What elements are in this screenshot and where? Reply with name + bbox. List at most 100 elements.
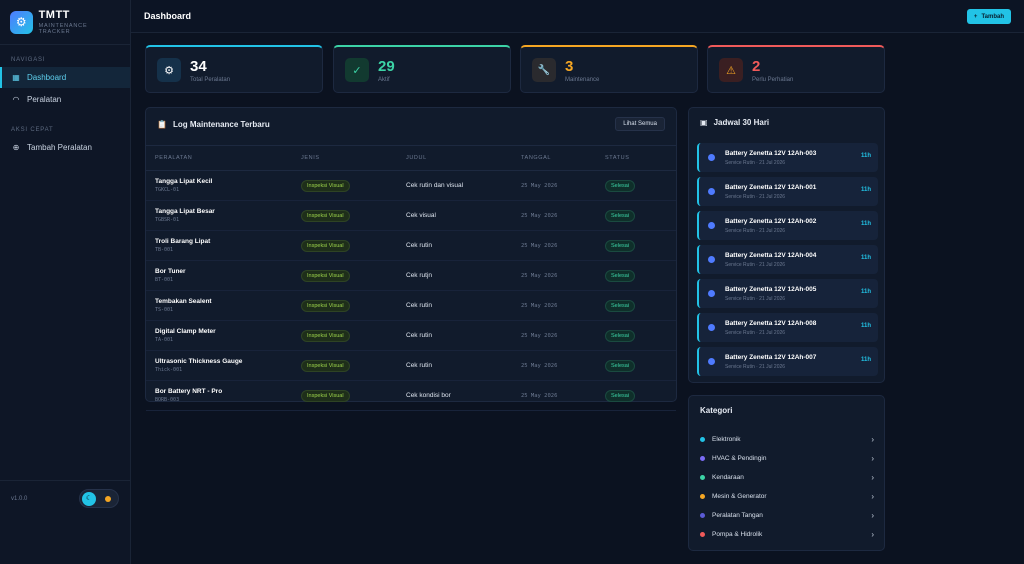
theme-toggle[interactable]: ☾: [79, 489, 119, 508]
category-label: Kendaraan: [712, 473, 744, 481]
stat-card-total: ⚙ 34 Total Peralatan: [145, 45, 323, 93]
schedule-item-sub: Service Rutin · 21 Jul 2026: [725, 330, 786, 336]
title-cell: Cek rutin: [406, 290, 521, 321]
type-badge: Inspeksi Visual: [301, 209, 350, 222]
stat-label: Perlu Perhatian: [752, 77, 794, 83]
stat-value: 34: [190, 58, 207, 75]
schedule-item-name: Battery Zenetta 12V 12Ah-003: [725, 150, 817, 157]
column-header: JUDUL: [406, 145, 521, 171]
see-all-button[interactable]: Lihat Semua: [615, 117, 665, 131]
table-row[interactable]: Bor Tuner BT-001 Inspeksi Visual Cek rutjn 2…: [146, 260, 676, 291]
table-row[interactable]: Ultrasonic Thickness Gauge Thick-001 Inspe…: [146, 350, 676, 381]
plus-icon: +: [973, 13, 978, 20]
type-badge: Inspeksi Visual: [301, 239, 350, 252]
status-badge: Selesai: [605, 389, 636, 402]
stat-card-aktif: ✓ 29 Aktif: [333, 45, 511, 93]
column-header: STATUS: [605, 145, 676, 171]
equipment-cell: Tembakan Sealent TS-001: [146, 290, 301, 321]
category-item[interactable]: HVAC & Pendingin ›: [700, 451, 874, 465]
sidebar-item-tambah-peralatan[interactable]: ⊕ Tambah Peralatan: [0, 137, 130, 158]
schedule-item-sub: Service Rutin · 21 Jul 2026: [725, 262, 786, 268]
wrench-icon: 🔧: [532, 58, 556, 82]
schedule-item-name: Battery Zenetta 12V 12Ah-007: [725, 354, 817, 361]
category-dot-icon: [700, 512, 705, 518]
status-cell: Selesai: [605, 290, 676, 321]
schedule-item-badge: 11h: [860, 357, 871, 363]
equipment-code: BORB-003: [155, 397, 180, 403]
schedule-title-text: Jadwal 30 Hari: [713, 118, 770, 127]
date-text: 25 May 2026: [521, 183, 558, 189]
sidebar-item-dashboard[interactable]: ▦ Dashboard: [0, 67, 130, 88]
table-row[interactable]: Troli Barang Lipat TB-001 Inspeksi Visual C…: [146, 230, 676, 261]
equipment-name: Digital Clamp Meter: [155, 328, 216, 335]
date-text: 25 May 2026: [521, 333, 558, 339]
check-icon: ✓: [345, 58, 369, 82]
schedule-item-badge: 11h: [860, 221, 871, 227]
table-row[interactable]: Tembakan Sealent TS-001 Inspeksi Visual Cek…: [146, 290, 676, 321]
equipment-code: TGKCL-01: [155, 187, 180, 193]
schedule-panel: ▣ Jadwal 30 Hari Battery Zenetta 12V 12A…: [688, 107, 885, 383]
chevron-right-icon: ›: [871, 453, 874, 463]
category-item[interactable]: Peralatan Tangan ›: [700, 508, 874, 522]
equipment-code: BT-001: [155, 277, 174, 283]
equipment-cell: Digital Clamp Meter TA-001: [146, 320, 301, 351]
schedule-item-badge: 11h: [860, 289, 871, 295]
add-button[interactable]: + Tambah: [966, 9, 1011, 24]
topbar: Dashboard + Tambah: [131, 0, 1024, 33]
sidebar-item-peralatan[interactable]: ◠ Peralatan: [0, 89, 130, 110]
schedule-item-badge: 11h: [860, 153, 871, 159]
schedule-item[interactable]: Battery Zenetta 12V 12Ah-001 Service Ruti…: [697, 177, 878, 206]
category-label: Peralatan Tangan: [712, 511, 763, 519]
category-item[interactable]: Kendaraan ›: [700, 470, 874, 484]
grid-icon: ▦: [12, 73, 20, 82]
equipment-code: TGBSR-01: [155, 217, 180, 223]
chevron-right-icon: ›: [871, 529, 874, 539]
equipment-cell: Tangga Lipat Kecil TGKCL-01: [146, 170, 301, 201]
type-cell: Inspeksi Visual: [301, 230, 406, 261]
stat-card-perhatian: ⚠ 2 Perlu Perhatian: [707, 45, 885, 93]
table-row[interactable]: Tangga Lipat Kecil TGKCL-01 Inspeksi Visua…: [146, 170, 676, 201]
date-cell: 25 May 2026: [521, 350, 605, 381]
status-dot-icon: [708, 222, 715, 229]
equipment-cell: Ultrasonic Thickness Gauge Thick-001: [146, 350, 301, 381]
gear-icon: ⚙: [157, 58, 181, 82]
category-label: Mesin & Generator: [712, 492, 767, 500]
status-cell: Selesai: [605, 260, 676, 291]
column-header: TANGGAL: [521, 145, 605, 171]
column-header: JENIS: [301, 145, 406, 171]
schedule-item-sub: Service Rutin · 21 Jul 2026: [725, 228, 786, 234]
type-cell: Inspeksi Visual: [301, 350, 406, 381]
table-row[interactable]: Tangga Lipat Besar TGBSR-01 Inspeksi Visua…: [146, 200, 676, 231]
chevron-right-icon: ›: [871, 472, 874, 482]
date-cell: 25 May 2026: [521, 170, 605, 201]
schedule-item[interactable]: Battery Zenetta 12V 12Ah-002 Service Ruti…: [697, 211, 878, 240]
category-dot-icon: [700, 474, 705, 480]
type-cell: Inspeksi Visual: [301, 320, 406, 351]
table-row[interactable]: Bor Battery NRT - Pro BORB-003 Inspeksi Vi…: [146, 380, 676, 411]
table-row[interactable]: Digital Clamp Meter TA-001 Inspeksi Visual…: [146, 320, 676, 351]
equipment-name: Ultrasonic Thickness Gauge: [155, 358, 243, 365]
schedule-item[interactable]: Battery Zenetta 12V 12Ah-008 Service Ruti…: [697, 313, 878, 342]
status-cell: Selesai: [605, 170, 676, 201]
category-item[interactable]: Elektronik ›: [700, 432, 874, 446]
schedule-item[interactable]: Battery Zenetta 12V 12Ah-003 Service Ruti…: [697, 143, 878, 172]
schedule-item-badge: 11h: [860, 187, 871, 193]
type-cell: Inspeksi Visual: [301, 170, 406, 201]
type-badge: Inspeksi Visual: [301, 359, 350, 372]
category-title: Kategori: [700, 406, 733, 415]
schedule-item[interactable]: Battery Zenetta 12V 12Ah-005 Service Ruti…: [697, 279, 878, 308]
category-item[interactable]: Pompa & Hidrolik ›: [700, 527, 874, 541]
category-item[interactable]: Mesin & Generator ›: [700, 489, 874, 503]
status-badge: Selesai: [605, 179, 636, 192]
log-title: 📋 Log Maintenance Terbaru: [157, 120, 270, 129]
title-cell: Cek rutin: [406, 320, 521, 351]
schedule-item-sub: Service Rutin · 21 Jul 2026: [725, 194, 786, 200]
schedule-item[interactable]: Battery Zenetta 12V 12Ah-004 Service Ruti…: [697, 245, 878, 274]
brand-title: TMTT: [38, 9, 70, 21]
title-cell: Cek rutin dan visual: [406, 170, 521, 201]
schedule-item[interactable]: Battery Zenetta 12V 12Ah-007 Service Ruti…: [697, 347, 878, 376]
status-cell: Selesai: [605, 380, 676, 411]
date-text: 25 May 2026: [521, 393, 558, 399]
equipment-name: Tembakan Sealent: [155, 298, 212, 305]
chevron-right-icon: ›: [871, 510, 874, 520]
